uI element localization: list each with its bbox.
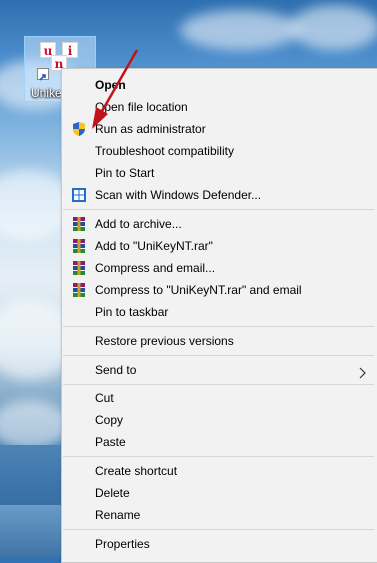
shortcut-arrow-icon <box>37 68 49 81</box>
menu-item-label: Compress and email... <box>95 261 216 275</box>
menu-separator <box>63 355 374 356</box>
menu-item-run-as-administrator[interactable]: Run as administrator <box>62 118 377 140</box>
menu-item-troubleshoot-compatibility[interactable]: Troubleshoot compatibility <box>62 140 377 162</box>
menu-item-label: Restore previous versions <box>95 334 234 348</box>
menu-item-delete[interactable]: Delete <box>62 482 377 504</box>
menu-item-send-to[interactable]: Send to <box>62 359 377 381</box>
menu-item-label: Paste <box>95 435 126 449</box>
menu-separator <box>63 384 374 385</box>
menu-item-label: Open file location <box>95 100 188 114</box>
menu-item-pin-to-start[interactable]: Pin to Start <box>62 162 377 184</box>
windows-defender-icon <box>71 187 87 203</box>
menu-item-label: Open <box>95 78 126 92</box>
chevron-right-icon <box>356 364 368 379</box>
menu-item-label: Cut <box>95 391 114 405</box>
menu-item-label: Copy <box>95 413 124 427</box>
menu-item-add-to-archive[interactable]: Add to archive... <box>62 213 377 235</box>
menu-item-compress-to-rar-and-email[interactable]: Compress to "UniKeyNT.rar" and email <box>62 279 377 301</box>
menu-separator <box>63 209 374 210</box>
menu-item-label: Troubleshoot compatibility <box>95 144 234 158</box>
menu-item-label: Delete <box>95 486 130 500</box>
menu-item-properties[interactable]: Properties <box>62 533 377 555</box>
menu-item-label: Add to "UniKeyNT.rar" <box>95 239 213 253</box>
menu-item-label: Rename <box>95 508 141 522</box>
menu-item-label: Pin to taskbar <box>95 305 169 319</box>
menu-separator <box>63 326 374 327</box>
menu-item-paste[interactable]: Paste <box>62 431 377 453</box>
menu-item-scan-with-defender[interactable]: Scan with Windows Defender... <box>62 184 377 206</box>
menu-item-create-shortcut[interactable]: Create shortcut <box>62 460 377 482</box>
winrar-icon <box>71 282 87 298</box>
menu-item-label: Scan with Windows Defender... <box>95 188 262 202</box>
menu-item-add-to-rar[interactable]: Add to "UniKeyNT.rar" <box>62 235 377 257</box>
menu-item-label: Properties <box>95 537 150 551</box>
winrar-icon <box>71 260 87 276</box>
menu-item-open-file-location[interactable]: Open file location <box>62 96 377 118</box>
menu-item-pin-to-taskbar[interactable]: Pin to taskbar <box>62 301 377 323</box>
menu-item-rename[interactable]: Rename <box>62 504 377 526</box>
menu-item-open[interactable]: Open <box>62 74 377 96</box>
winrar-icon <box>71 216 87 232</box>
menu-item-copy[interactable]: Copy <box>62 409 377 431</box>
menu-item-cut[interactable]: Cut <box>62 387 377 409</box>
winrar-icon <box>71 238 87 254</box>
menu-item-label: Run as administrator <box>95 122 206 136</box>
menu-item-label: Send to <box>95 363 137 377</box>
menu-separator <box>63 456 374 457</box>
menu-item-label: Create shortcut <box>95 464 178 478</box>
menu-separator <box>63 529 374 530</box>
menu-item-label: Pin to Start <box>95 166 155 180</box>
menu-item-compress-and-email[interactable]: Compress and email... <box>62 257 377 279</box>
uac-shield-icon <box>71 121 87 137</box>
context-menu: Open Open file location Run as administr… <box>61 68 377 563</box>
menu-item-restore-previous-versions[interactable]: Restore previous versions <box>62 330 377 352</box>
menu-item-label: Compress to "UniKeyNT.rar" and email <box>95 283 302 297</box>
menu-item-label: Add to archive... <box>95 217 182 231</box>
